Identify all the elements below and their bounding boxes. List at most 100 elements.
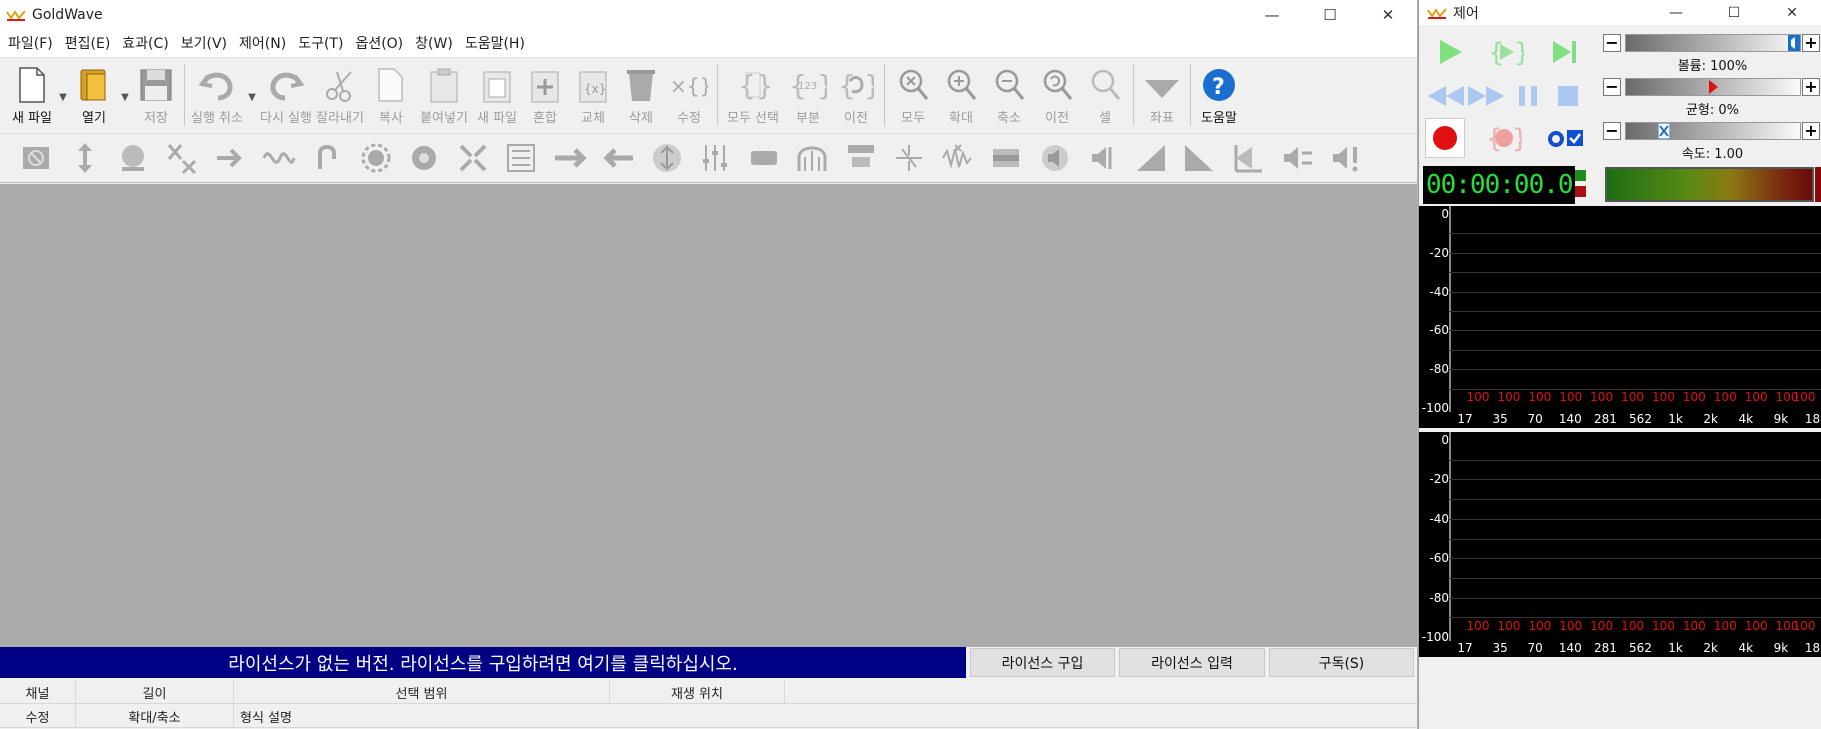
eq-sliders-button[interactable] — [691, 136, 740, 180]
menu-file[interactable]: 파일(F) — [2, 30, 59, 58]
parametric-eq-button[interactable] — [497, 136, 546, 180]
channel-mixer-button[interactable] — [158, 136, 207, 180]
pitch-button[interactable] — [546, 136, 595, 180]
volume-slider[interactable] — [1625, 34, 1801, 52]
record-button[interactable] — [1425, 118, 1465, 158]
balance-thumb-icon[interactable] — [1707, 79, 1719, 95]
open-dropdown[interactable]: ▼ — [118, 64, 132, 130]
control-maximize-button[interactable]: ☐ — [1705, 0, 1763, 25]
balance-increase-button[interactable]: + — [1802, 78, 1820, 96]
declick-button[interactable] — [934, 136, 983, 180]
control-window: 제어 — ☐ ✕ {} {} − + 볼륨: 100% — [1418, 0, 1821, 729]
volume-match-button[interactable] — [643, 136, 692, 180]
compressor-button[interactable] — [206, 136, 255, 180]
stop-button[interactable] — [1545, 76, 1591, 116]
volume-change-button[interactable] — [1079, 136, 1128, 180]
enter-license-button[interactable]: 라이선스 입력 — [1119, 648, 1265, 677]
minimize-button[interactable]: — — [1243, 0, 1301, 30]
help-button[interactable]: ? 도움말 — [1195, 64, 1243, 130]
menu-view[interactable]: 보기(V) — [175, 30, 233, 58]
shape-button[interactable] — [1225, 136, 1274, 180]
menu-control[interactable]: 제어(N) — [233, 30, 292, 58]
menu-options[interactable]: 옵션(O) — [349, 30, 409, 58]
menu-help[interactable]: 도움말(H) — [459, 30, 531, 58]
copy-button[interactable]: 복사 — [367, 64, 415, 130]
speed-thumb-icon[interactable] — [1658, 123, 1671, 139]
zoom-all-button[interactable]: 모두 — [889, 64, 937, 130]
play-selection-button[interactable]: {} — [1483, 32, 1529, 72]
speed-increase-button[interactable]: + — [1802, 122, 1820, 140]
auto-gain-button[interactable] — [61, 136, 110, 180]
fade-in-button[interactable] — [1128, 136, 1177, 180]
new-file-dropdown[interactable]: ▼ — [56, 64, 70, 130]
speed-decrease-button[interactable]: − — [1603, 122, 1621, 140]
buy-license-button[interactable]: 라이선스 구입 — [970, 648, 1115, 677]
resample-button[interactable] — [740, 136, 789, 180]
replace-button[interactable]: {x} 교체 — [569, 64, 617, 130]
close-button[interactable]: ✕ — [1359, 0, 1417, 30]
fade-out-button[interactable] — [1176, 136, 1225, 180]
trim-button[interactable]: ×{}× 수정 — [665, 64, 713, 130]
select-all-button[interactable]: {} 모두 선택 — [722, 64, 784, 130]
volume-increase-button[interactable]: + — [1802, 34, 1820, 52]
control-minimize-button[interactable]: — — [1647, 0, 1705, 25]
play-button[interactable] — [1427, 32, 1473, 72]
zoom-cell-button[interactable]: 셀 — [1081, 64, 1129, 130]
save-button[interactable]: 저장 — [132, 64, 180, 130]
mechanize-button[interactable] — [400, 136, 449, 180]
volume-thumb-icon[interactable] — [1788, 35, 1800, 51]
spectrum-analyzer-left[interactable]: 0 -20 -40 -60 -80 -100 17 35 70 140 281 562 1k 2k 4k 9k… — [1419, 206, 1821, 428]
spectrum-filter-button[interactable] — [885, 136, 934, 180]
menu-tools[interactable]: 도구(T) — [292, 30, 349, 58]
flanger-button[interactable] — [352, 136, 401, 180]
menu-effects[interactable]: 효과(C) — [116, 30, 174, 58]
redo-button[interactable]: 다시 실행 — [259, 64, 313, 130]
select-previous-button[interactable]: {} 이전 — [832, 64, 880, 130]
maximize-button[interactable]: ☐ — [1301, 0, 1359, 30]
spectrum-analyzer-right[interactable]: 0 -20 -40 -60 -80 -100 17 35 70 140 281 562 1k 2k 4k 9k… — [1419, 432, 1821, 657]
fast-forward-button[interactable] — [1463, 76, 1509, 116]
match-volume-button[interactable] — [1273, 136, 1322, 180]
spectrum-band-value: 100 — [1744, 390, 1768, 404]
zoom-previous-button[interactable]: 이전 — [1033, 64, 1081, 130]
doppler-button[interactable] — [109, 136, 158, 180]
select-part-button[interactable]: {123} 부분 — [784, 64, 832, 130]
menu-edit[interactable]: 편집(E) — [59, 30, 117, 58]
volume-decrease-button[interactable]: − — [1603, 34, 1621, 52]
waveform-workspace[interactable] — [0, 184, 1417, 647]
noise-reduction-button[interactable] — [449, 136, 498, 180]
open-button[interactable]: 열기 — [70, 64, 118, 130]
zoom-out-button[interactable]: 축소 — [985, 64, 1033, 130]
compressor-expander-button[interactable] — [982, 136, 1031, 180]
spectrum-band-value: 100 — [1497, 390, 1521, 404]
paste-button[interactable]: 붙여넣기 — [415, 64, 473, 130]
echo-button[interactable] — [255, 136, 304, 180]
balance-slider[interactable] — [1625, 78, 1801, 96]
subscribe-button[interactable]: 구독(S) — [1269, 648, 1414, 677]
new-file-button[interactable]: 새 파일 — [8, 64, 56, 130]
main-window-title: GoldWave — [32, 7, 103, 23]
record-options-button[interactable] — [1543, 118, 1589, 158]
silence-button[interactable] — [12, 136, 61, 180]
reverse-button[interactable] — [594, 136, 643, 180]
reverb-button[interactable] — [788, 136, 837, 180]
zoom-in-button[interactable]: 확대 — [937, 64, 985, 130]
play-to-end-button[interactable] — [1541, 32, 1587, 72]
volume-button[interactable] — [1031, 136, 1080, 180]
menu-window[interactable]: 창(W) — [409, 30, 459, 58]
undo-button[interactable]: 실행 취소 — [189, 64, 245, 130]
speed-slider[interactable] — [1625, 122, 1801, 140]
paste-new-button[interactable]: 새 파일 — [473, 64, 521, 130]
speech-button[interactable] — [837, 136, 886, 180]
record-selection-button[interactable]: {} — [1481, 118, 1527, 158]
control-close-button[interactable]: ✕ — [1763, 0, 1821, 25]
cut-button[interactable]: 잘라내기 — [313, 64, 367, 130]
undo-dropdown[interactable]: ▼ — [245, 64, 259, 130]
filter-button[interactable] — [303, 136, 352, 180]
balance-decrease-button[interactable]: − — [1603, 78, 1621, 96]
mix-button[interactable]: 혼합 — [521, 64, 569, 130]
license-message-link[interactable]: 라이선스가 없는 버전. 라이선스를 구입하려면 여기를 클릭하십시오. — [0, 647, 966, 678]
maximize-button[interactable] — [1322, 136, 1371, 180]
cue-button[interactable]: 좌표 — [1138, 64, 1186, 130]
delete-button[interactable]: 삭제 — [617, 64, 665, 130]
